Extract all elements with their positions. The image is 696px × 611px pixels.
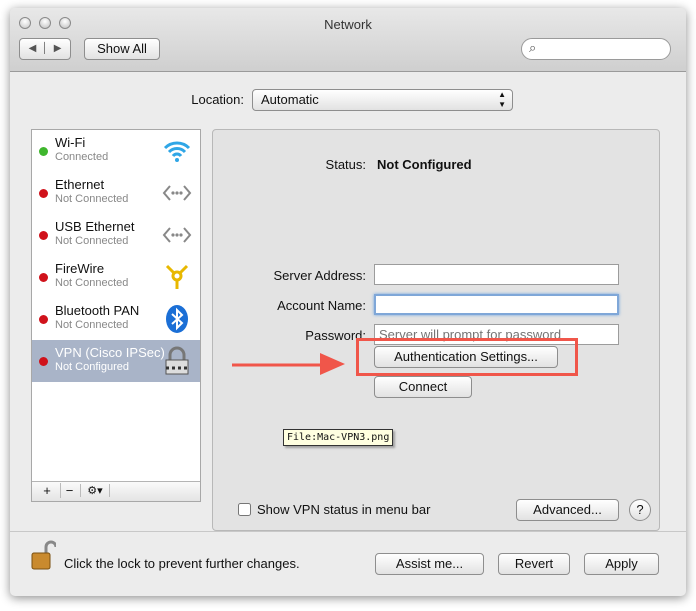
lock-icon xyxy=(165,346,189,375)
status-dot xyxy=(39,357,48,366)
show-vpn-status-checkbox[interactable] xyxy=(238,503,251,516)
help-button[interactable]: ? xyxy=(629,499,651,521)
location-label: Location: xyxy=(191,92,244,107)
service-item-ethernet[interactable]: Ethernet Not Connected xyxy=(32,172,200,214)
service-status: Not Connected xyxy=(55,277,129,289)
back-forward-buttons[interactable]: ◀ │ ▶ xyxy=(19,38,71,60)
status-dot xyxy=(39,231,48,240)
window-title: Network xyxy=(324,17,372,32)
service-status: Not Configured xyxy=(55,361,129,373)
server-address-input[interactable] xyxy=(374,264,619,285)
network-window: Network ◀ │ ▶ Show All ⌕ Location: Autom… xyxy=(10,8,686,596)
bluetooth-icon xyxy=(166,305,188,333)
advanced-button[interactable]: Advanced... xyxy=(516,499,619,521)
gear-menu-button[interactable]: ⚙▾ xyxy=(80,484,110,497)
updown-icon: ▲ ▼ xyxy=(498,90,506,109)
server-address-label: Server Address: xyxy=(273,268,367,283)
connect-button[interactable]: Connect xyxy=(374,376,472,398)
assist-me-button[interactable]: Assist me... xyxy=(375,553,484,575)
status-dot xyxy=(39,273,48,282)
service-status: Not Connected xyxy=(55,193,129,205)
show-vpn-status-label: Show VPN status in menu bar xyxy=(257,502,431,517)
account-name-label: Account Name: xyxy=(277,298,366,313)
status-dot xyxy=(39,315,48,324)
show-all-button[interactable]: Show All xyxy=(84,38,160,60)
apply-button[interactable]: Apply xyxy=(584,553,659,575)
lock-text: Click the lock to prevent further change… xyxy=(64,556,300,571)
forward-icon[interactable]: ▶ xyxy=(54,43,62,54)
service-item-wifi[interactable]: Wi-Fi Connected xyxy=(32,130,200,172)
search-input[interactable]: ⌕ xyxy=(521,38,671,60)
status-value: Not Configured xyxy=(377,157,472,172)
service-name: Bluetooth PAN xyxy=(55,303,140,318)
ethernet-icon xyxy=(162,227,192,243)
remove-service-button[interactable]: − xyxy=(60,483,78,498)
search-icon: ⌕ xyxy=(529,40,537,55)
service-name: FireWire xyxy=(55,261,105,276)
annotation-arrow-icon xyxy=(232,353,345,375)
detail-panel: Status: Not Configured Server Address: A… xyxy=(212,129,660,531)
service-item-bluetooth-pan[interactable]: Bluetooth PAN Not Connected xyxy=(32,298,200,340)
title-bar: Network ◀ │ ▶ Show All ⌕ xyxy=(10,8,686,72)
ethernet-icon xyxy=(162,185,192,201)
service-status: Not Connected xyxy=(55,235,129,247)
service-item-firewire[interactable]: FireWire Not Connected xyxy=(32,256,200,298)
authentication-settings-button[interactable]: Authentication Settings... xyxy=(374,346,558,368)
list-controls: + − ⚙▾ xyxy=(32,481,200,501)
service-status: Not Connected xyxy=(55,319,129,331)
service-item-usb-ethernet[interactable]: USB Ethernet Not Connected xyxy=(32,214,200,256)
service-list[interactable]: Wi-Fi Connected Ethernet Not Connected USB… xyxy=(31,129,201,502)
account-name-input[interactable] xyxy=(374,294,619,315)
footer-divider xyxy=(10,531,686,532)
lock-open-icon[interactable] xyxy=(30,540,56,570)
add-service-button[interactable]: + xyxy=(38,483,56,498)
service-name: Ethernet xyxy=(55,177,105,192)
filename-tooltip: File:Mac-VPN3.png xyxy=(283,429,394,446)
location-select[interactable]: Automatic ▲ ▼ xyxy=(252,89,513,111)
revert-button[interactable]: Revert xyxy=(498,553,570,575)
service-name: VPN (Cisco IPSec) xyxy=(55,345,165,360)
service-status: Connected xyxy=(55,151,109,163)
password-label: Password: xyxy=(305,328,366,343)
wifi-icon xyxy=(163,141,191,162)
back-icon[interactable]: ◀ xyxy=(29,43,37,54)
firewire-icon xyxy=(165,264,189,289)
service-item-vpn[interactable]: VPN (Cisco IPSec) Not Configured xyxy=(32,340,200,382)
status-dot xyxy=(39,189,48,198)
location-value: Automatic xyxy=(261,92,319,107)
service-name: USB Ethernet xyxy=(55,219,135,234)
service-name: Wi-Fi xyxy=(55,135,86,150)
status-label: Status: xyxy=(325,157,366,172)
status-dot xyxy=(39,147,48,156)
